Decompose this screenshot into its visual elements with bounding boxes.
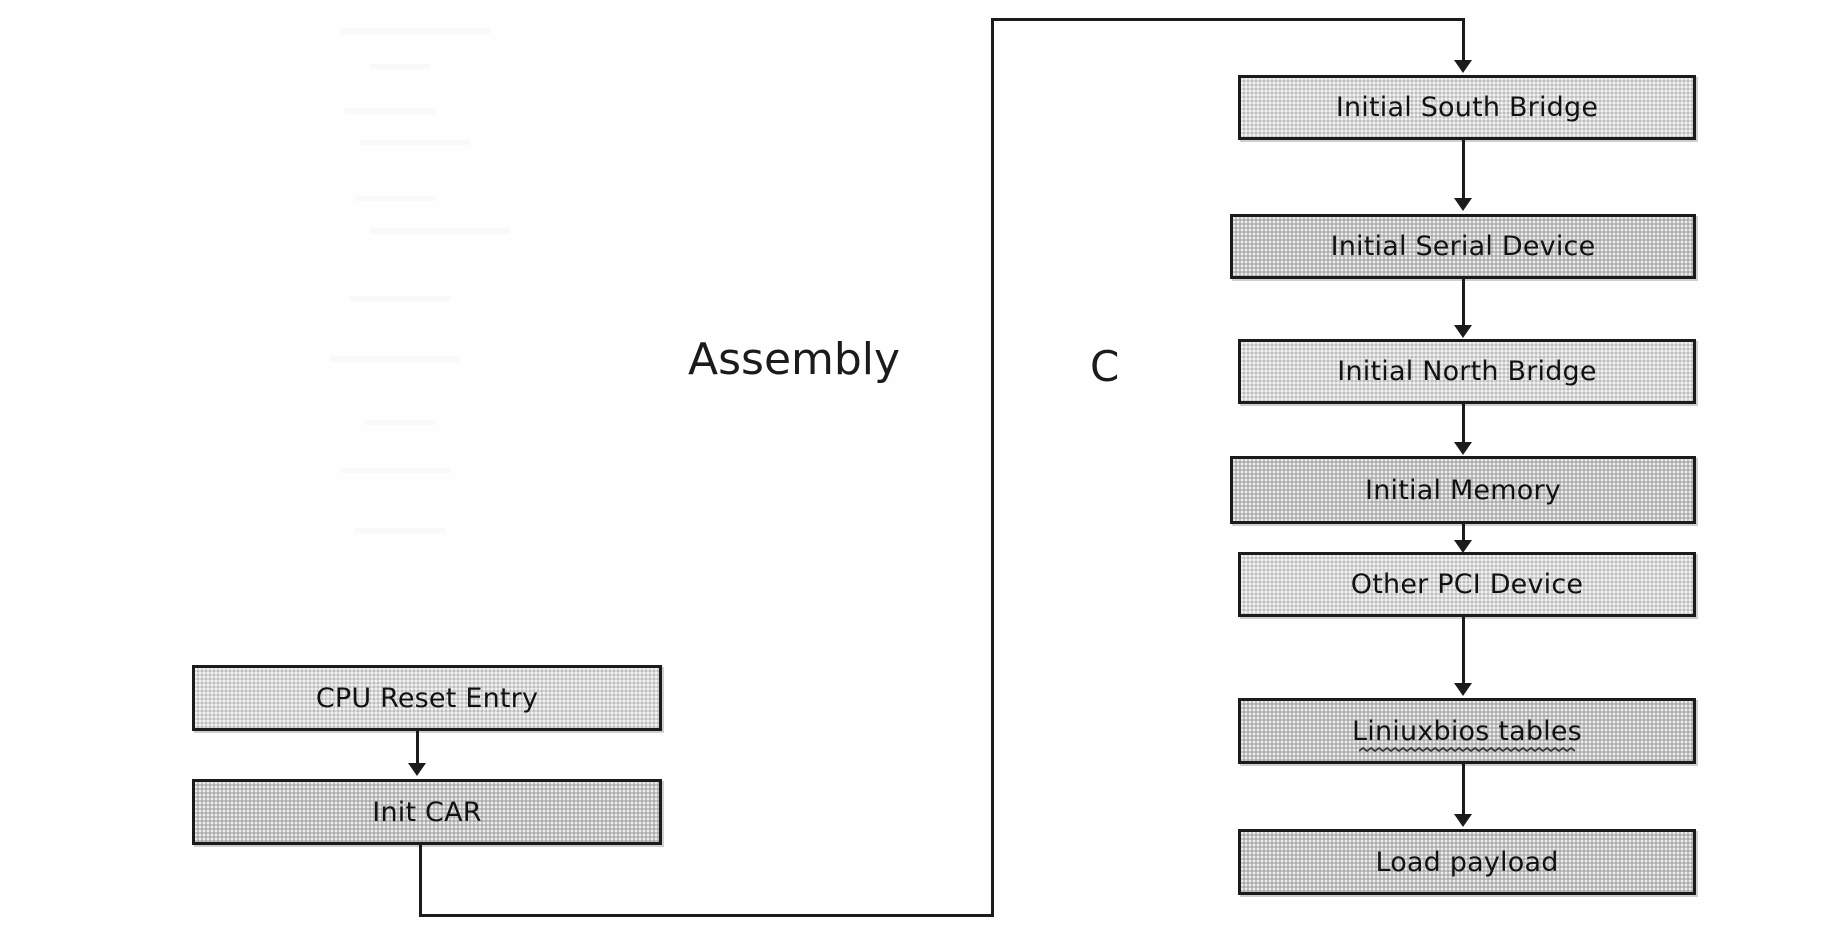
scan-artifact [370,228,510,234]
arrowhead-into-south-bridge [1454,60,1472,73]
node-cpu-reset-entry[interactable]: CPU Reset Entry [192,665,662,731]
annotation-c: C [1090,342,1119,391]
arrowhead-memory-to-pci [1454,540,1472,553]
node-liniuxbios-tables-label: Liniuxbios tables [1352,715,1582,747]
connector-divider-vertical [991,18,994,917]
scan-artifact [355,196,435,201]
node-initial-memory[interactable]: Initial Memory [1230,456,1696,524]
node-init-car-label: Init CAR [372,796,482,828]
arrowhead-reset-to-car [408,763,426,776]
node-load-payload-label: Load payload [1375,846,1559,878]
node-initial-north-bridge[interactable]: Initial North Bridge [1238,339,1696,404]
scan-artifact [345,108,435,114]
scan-artifact [330,356,460,362]
scan-artifact [360,140,470,145]
node-initial-serial-device[interactable]: Initial Serial Device [1230,214,1696,279]
scan-artifact [340,468,450,473]
arrowhead-serial-to-north [1454,325,1472,338]
connector-south-to-serial [1462,140,1465,200]
connector-bottom-horizontal [419,914,994,917]
connector-car-exit-down [419,845,422,917]
flowchart-canvas: Assembly C CPU Reset Entry Init CAR Init… [0,0,1836,926]
node-load-payload[interactable]: Load payload [1238,829,1696,895]
arrowhead-north-to-memory [1454,442,1472,455]
node-liniuxbios-tables[interactable]: Liniuxbios tables [1238,698,1696,764]
annotation-assembly-label: Assembly [688,334,901,385]
connector-serial-to-north [1462,279,1465,327]
node-initial-memory-label: Initial Memory [1365,474,1561,506]
connector-tables-to-payload [1462,764,1465,816]
connector-top-horizontal [991,18,1465,21]
node-initial-south-bridge[interactable]: Initial South Bridge [1238,75,1696,140]
node-init-car[interactable]: Init CAR [192,779,662,845]
scan-artifact [350,296,450,301]
node-initial-north-bridge-label: Initial North Bridge [1337,356,1597,387]
connector-north-to-memory [1462,404,1465,444]
scan-artifact [355,528,445,533]
annotation-c-label: C [1090,342,1120,391]
connector-pci-to-tables [1462,617,1465,685]
arrowhead-south-to-serial [1454,198,1472,211]
node-initial-south-bridge-label: Initial South Bridge [1335,92,1599,123]
scan-artifact [340,28,490,34]
connector-reset-to-car [416,731,419,765]
annotation-assembly: Assembly [688,334,900,385]
scan-artifact [365,420,435,425]
spellcheck-squiggle-icon [1359,747,1575,753]
scan-artifact [370,64,430,69]
node-other-pci-device-label: Other PCI Device [1350,569,1584,600]
node-initial-serial-device-label: Initial Serial Device [1330,231,1596,262]
arrowhead-pci-to-tables [1454,683,1472,696]
connector-top-into-south-bridge [1462,18,1465,62]
node-other-pci-device[interactable]: Other PCI Device [1238,552,1696,617]
arrowhead-tables-to-payload [1454,814,1472,827]
node-cpu-reset-entry-label: CPU Reset Entry [315,682,539,714]
